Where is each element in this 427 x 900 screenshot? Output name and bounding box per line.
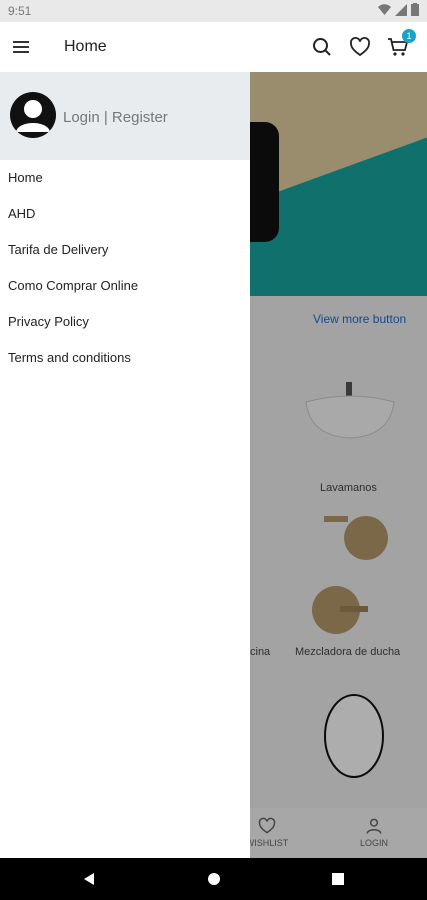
app-bar: Home 1 bbox=[0, 22, 427, 72]
drawer-item-delivery-rates[interactable]: Tarifa de Delivery bbox=[8, 242, 108, 257]
drawer-item-privacy-policy[interactable]: Privacy Policy bbox=[8, 314, 89, 329]
status-time: 9:51 bbox=[8, 4, 32, 18]
recents-icon[interactable] bbox=[331, 872, 345, 886]
drawer-item-home[interactable]: Home bbox=[8, 170, 43, 185]
battery-icon bbox=[411, 3, 419, 16]
navigation-drawer: Login | Register Home AHD Tarifa de Deli… bbox=[0, 72, 250, 858]
user-avatar-icon bbox=[16, 100, 50, 132]
status-icons bbox=[378, 3, 419, 16]
back-icon[interactable] bbox=[82, 872, 96, 886]
signal-icon bbox=[395, 3, 407, 16]
wifi-icon bbox=[378, 3, 391, 15]
login-register-link[interactable]: Login | Register bbox=[63, 109, 168, 126]
hamburger-menu-icon[interactable] bbox=[12, 37, 32, 57]
home-icon[interactable] bbox=[207, 872, 221, 886]
search-icon[interactable] bbox=[310, 35, 334, 59]
status-bar: 9:51 bbox=[0, 0, 427, 22]
avatar[interactable] bbox=[10, 92, 56, 138]
drawer-item-how-to-buy[interactable]: Como Comprar Online bbox=[8, 278, 138, 293]
drawer-item-ahd[interactable]: AHD bbox=[8, 206, 35, 221]
cart-count-badge: 1 bbox=[402, 29, 416, 43]
page-title: Home bbox=[64, 38, 107, 55]
system-navigation-bar bbox=[0, 858, 427, 900]
cart-button[interactable]: 1 bbox=[386, 29, 416, 59]
drawer-item-terms[interactable]: Terms and conditions bbox=[8, 350, 131, 365]
heart-icon[interactable] bbox=[348, 35, 372, 59]
drawer-header: Login | Register bbox=[0, 72, 250, 160]
